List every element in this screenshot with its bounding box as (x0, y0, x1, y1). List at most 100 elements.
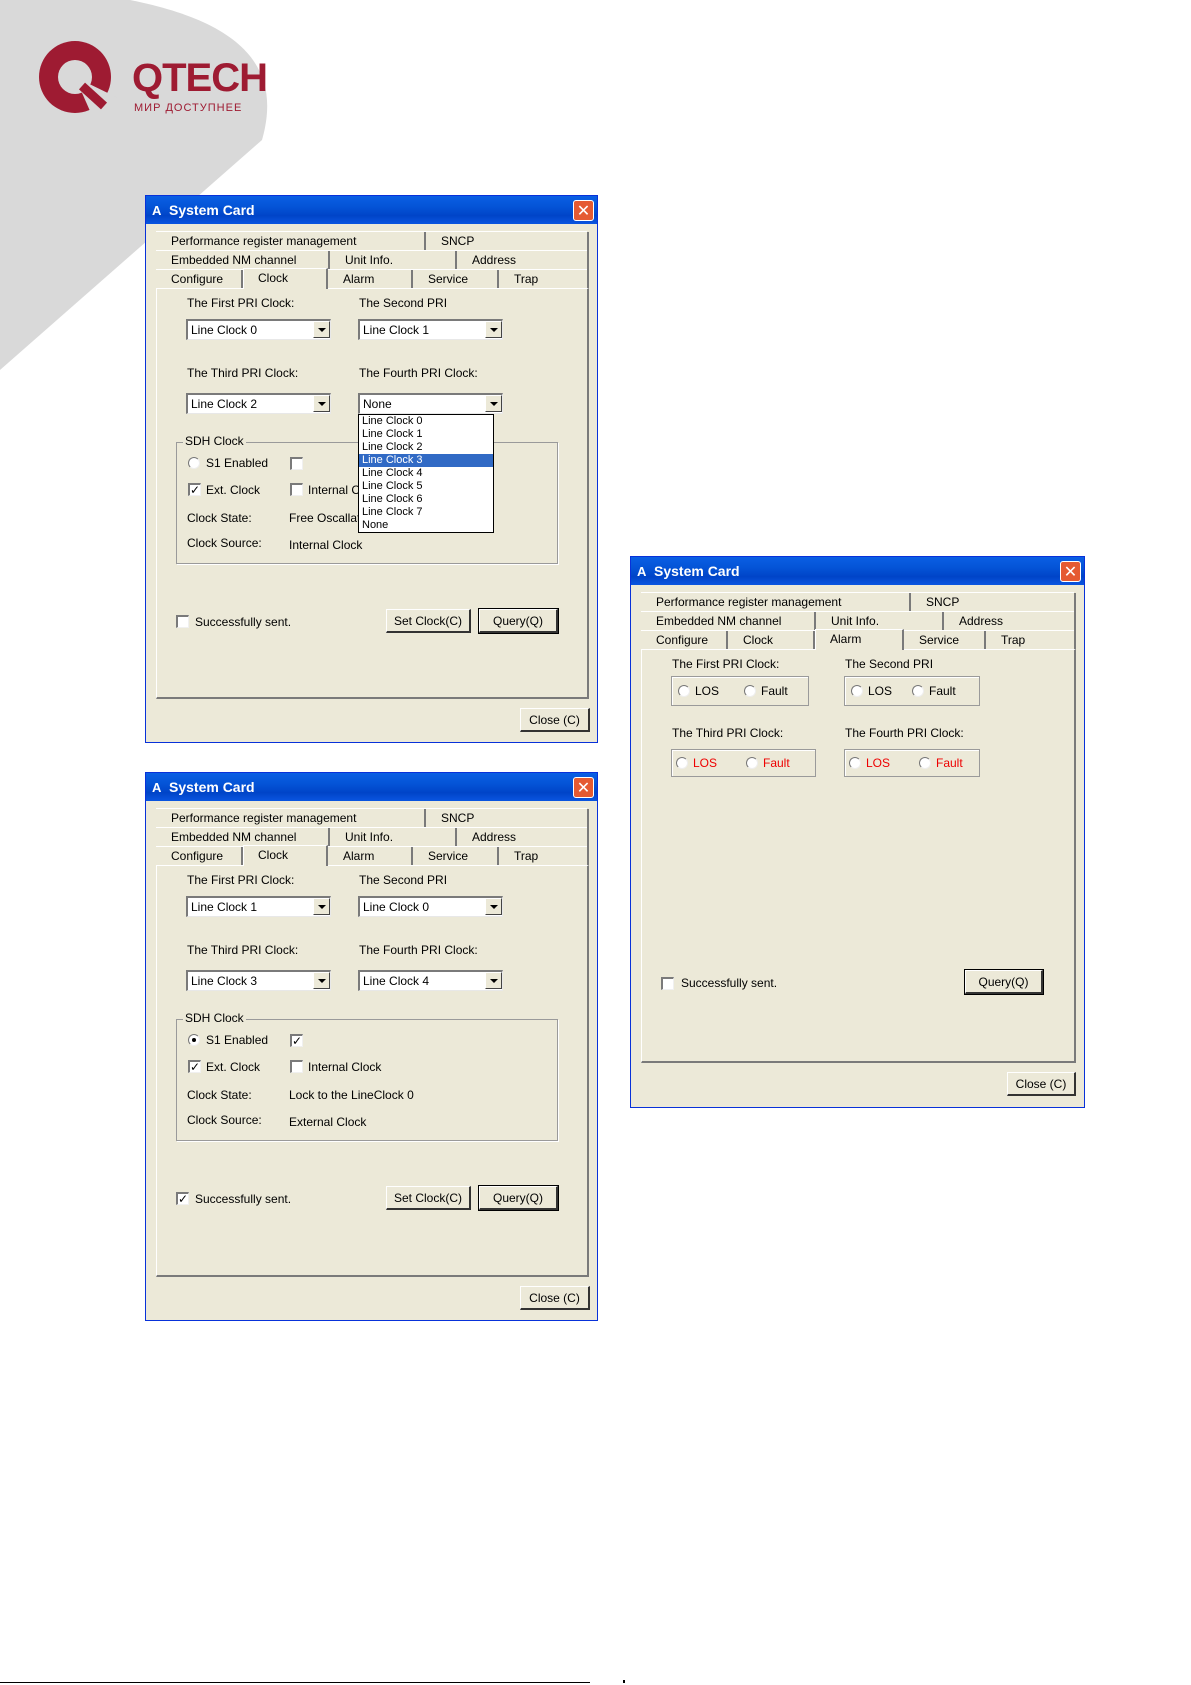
clock-panel: The First PRI Clock: The Second PRI Line… (156, 288, 589, 699)
third-fault-radio[interactable] (746, 757, 758, 769)
tab-service[interactable]: Service (904, 631, 986, 650)
tab-alarm[interactable]: Alarm (328, 847, 413, 866)
ext-clock-checkbox[interactable]: ✓ (188, 483, 201, 496)
close-button[interactable]: Close (C) (1007, 1072, 1076, 1096)
close-button[interactable]: Close (C) (520, 708, 590, 732)
clock-source-label: Clock Source: (187, 1113, 262, 1127)
dropdown-option[interactable]: Line Clock 6 (359, 493, 493, 506)
first-pri-label: The First PRI Clock: (187, 296, 295, 310)
close-icon[interactable]: ✕ (1060, 561, 1081, 582)
tab-trap[interactable]: Trap (986, 631, 1076, 650)
successfully-sent-checkbox[interactable] (661, 977, 674, 990)
window-title: System Card (169, 202, 255, 218)
dropdown-option[interactable]: Line Clock 4 (359, 467, 493, 480)
first-los-label: LOS (695, 684, 720, 698)
tab-service[interactable]: Service (413, 847, 499, 866)
tab-clock[interactable]: Clock (728, 631, 815, 650)
first-pri-label: The First PRI Clock: (187, 873, 295, 887)
fourth-pri-dropdown-list[interactable]: Line Clock 0 Line Clock 1 Line Clock 2 L… (358, 414, 494, 533)
tab-alarm[interactable]: Alarm (815, 629, 904, 650)
tab-trap[interactable]: Trap (499, 270, 589, 289)
tab-sncp[interactable]: SNCP (426, 232, 589, 251)
s1-enabled-radio[interactable] (188, 457, 200, 469)
close-button[interactable]: Close (C) (520, 1286, 590, 1310)
set-clock-button[interactable]: Set Clock(C) (386, 609, 471, 633)
dropdown-option[interactable]: Line Clock 1 (359, 428, 493, 441)
dropdown-option[interactable]: None (359, 519, 493, 532)
tab-configure[interactable]: Configure (156, 270, 243, 289)
third-pri-select[interactable]: Line Clock 2 (186, 393, 331, 414)
third-pri-select[interactable]: Line Clock 3 (186, 970, 331, 991)
clock-source-value: Internal Clock (289, 538, 363, 552)
title-bar[interactable]: A System Card ✕ (631, 557, 1084, 585)
chevron-down-icon[interactable] (313, 321, 330, 338)
dropdown-option[interactable]: Line Clock 5 (359, 480, 493, 493)
close-icon[interactable]: ✕ (573, 777, 594, 798)
tab-trap[interactable]: Trap (499, 847, 589, 866)
chevron-down-icon[interactable] (485, 972, 502, 989)
clock-panel: The First PRI Clock: The Second PRI Line… (156, 865, 589, 1277)
dropdown-option[interactable]: Line Clock 0 (359, 415, 493, 428)
tab-address[interactable]: Address (457, 251, 589, 270)
second-pri-select[interactable]: Line Clock 1 (358, 319, 503, 340)
chevron-down-icon[interactable] (313, 395, 330, 412)
successfully-sent-label: Successfully sent. (195, 1192, 292, 1206)
tab-unit-info[interactable]: Unit Info. (330, 828, 457, 847)
fourth-pri-select[interactable]: None (358, 393, 503, 414)
first-pri-select[interactable]: Line Clock 1 (186, 896, 331, 917)
internal-clock-checkbox[interactable] (290, 483, 303, 496)
dropdown-option-selected[interactable]: Line Clock 3 (359, 454, 493, 467)
tab-performance[interactable]: Performance register management (156, 232, 426, 251)
successfully-sent-checkbox[interactable] (176, 615, 189, 628)
second-fault-radio[interactable] (912, 685, 924, 697)
tab-service[interactable]: Service (413, 270, 499, 289)
dropdown-option[interactable]: Line Clock 2 (359, 441, 493, 454)
query-button[interactable]: Query(Q) (478, 1185, 559, 1211)
sdh-clock-group: SDH Clock S1 Enabled ✓ ✓ Ext. Clock Inte… (176, 1011, 558, 1141)
chevron-down-icon[interactable] (313, 972, 330, 989)
ext-clock-checkbox[interactable]: ✓ (188, 1060, 201, 1073)
s1-enabled-radio[interactable] (188, 1034, 200, 1046)
alarm-panel: The First PRI Clock: The Second PRI LOS … (641, 649, 1076, 1063)
second-pri-select[interactable]: Line Clock 0 (358, 896, 503, 917)
tab-sncp[interactable]: SNCP (911, 593, 1076, 612)
second-los-radio[interactable] (851, 685, 863, 697)
first-los-radio[interactable] (678, 685, 690, 697)
chevron-down-icon[interactable] (485, 898, 502, 915)
tab-clock[interactable]: Clock (243, 845, 328, 866)
chevron-down-icon[interactable] (313, 898, 330, 915)
tab-address[interactable]: Address (944, 612, 1076, 631)
tab-alarm[interactable]: Alarm (328, 270, 413, 289)
chevron-down-icon[interactable] (485, 321, 502, 338)
fourth-fault-radio[interactable] (919, 757, 931, 769)
tab-performance[interactable]: Performance register management (156, 809, 426, 828)
sdh-clock-title: SDH Clock (183, 1011, 246, 1025)
tab-unit-info[interactable]: Unit Info. (330, 251, 457, 270)
first-pri-select[interactable]: Line Clock 0 (186, 319, 331, 340)
chevron-down-icon[interactable] (485, 395, 502, 412)
second-pri-label: The Second PRI (845, 657, 934, 671)
query-button[interactable]: Query(Q) (478, 608, 559, 634)
third-los-radio[interactable] (676, 757, 688, 769)
clock-source-value: External Clock (289, 1115, 367, 1129)
successfully-sent-checkbox[interactable]: ✓ (176, 1192, 189, 1205)
tab-embedded-nm[interactable]: Embedded NM channel (641, 612, 816, 631)
dropdown-option[interactable]: Line Clock 7 (359, 506, 493, 519)
s1-checkbox[interactable]: ✓ (290, 1034, 303, 1047)
tab-clock[interactable]: Clock (243, 268, 328, 289)
close-icon[interactable]: ✕ (573, 200, 594, 221)
tab-configure[interactable]: Configure (641, 631, 728, 650)
tab-configure[interactable]: Configure (156, 847, 243, 866)
fourth-pri-select[interactable]: Line Clock 4 (358, 970, 503, 991)
internal-clock-checkbox[interactable] (290, 1060, 303, 1073)
first-fault-radio[interactable] (744, 685, 756, 697)
set-clock-button[interactable]: Set Clock(C) (386, 1186, 471, 1210)
s1-checkbox[interactable] (290, 457, 303, 470)
title-bar[interactable]: A System Card ✕ (146, 196, 597, 224)
title-bar[interactable]: A System Card ✕ (146, 773, 597, 801)
fourth-los-radio[interactable] (849, 757, 861, 769)
query-button[interactable]: Query(Q) (964, 969, 1044, 995)
tab-performance[interactable]: Performance register management (641, 593, 911, 612)
tab-address[interactable]: Address (457, 828, 589, 847)
tab-sncp[interactable]: SNCP (426, 809, 589, 828)
